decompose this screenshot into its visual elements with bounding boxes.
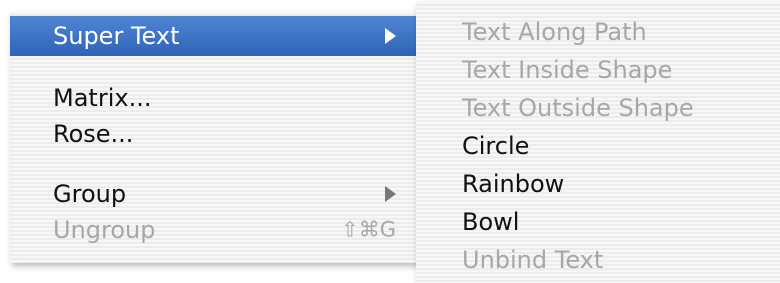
menu-item-label: Ungroup bbox=[53, 216, 156, 244]
submenu-item-rainbow[interactable]: Rainbow bbox=[416, 166, 780, 202]
menu-item-label: Circle bbox=[462, 132, 530, 160]
menu-item-ungroup[interactable]: Ungroup ⇧⌘G bbox=[10, 212, 418, 248]
menu-item-label: Text Outside Shape bbox=[462, 94, 694, 122]
super-text-submenu: Text Along Path Text Inside Shape Text O… bbox=[416, 2, 780, 283]
menu-item-label: Rose... bbox=[53, 120, 134, 148]
submenu-arrow-icon bbox=[385, 186, 396, 202]
menu-item-label: Group bbox=[53, 180, 127, 208]
submenu-item-unbind-text[interactable]: Unbind Text bbox=[416, 242, 780, 278]
menu-item-label: Matrix... bbox=[53, 84, 152, 112]
submenu-item-text-along-path[interactable]: Text Along Path bbox=[416, 14, 780, 50]
menu-item-label: Text Inside Shape bbox=[462, 56, 673, 84]
menu-item-matrix[interactable]: Matrix... bbox=[10, 80, 418, 116]
menu-item-label: Text Along Path bbox=[462, 18, 647, 46]
submenu-item-bowl[interactable]: Bowl bbox=[416, 204, 780, 240]
menu-item-label: Unbind Text bbox=[462, 246, 604, 274]
menu-item-group[interactable]: Group bbox=[10, 176, 418, 212]
menu-item-label: Super Text bbox=[53, 22, 180, 50]
menu-stage: Super Text Matrix... Rose... Group Ungro… bbox=[0, 0, 780, 283]
menu-item-label: Rainbow bbox=[462, 170, 565, 198]
submenu-arrow-icon bbox=[385, 28, 396, 44]
menu-item-label: Bowl bbox=[462, 208, 520, 236]
menu-item-super-text[interactable]: Super Text bbox=[10, 16, 418, 56]
submenu-item-text-inside-shape[interactable]: Text Inside Shape bbox=[416, 52, 780, 88]
submenu-item-text-outside-shape[interactable]: Text Outside Shape bbox=[416, 90, 780, 126]
context-menu: Super Text Matrix... Rose... Group Ungro… bbox=[10, 12, 418, 263]
submenu-item-circle[interactable]: Circle bbox=[416, 128, 780, 164]
menu-item-rose[interactable]: Rose... bbox=[10, 116, 418, 152]
shortcut-label: ⇧⌘G bbox=[341, 217, 396, 242]
